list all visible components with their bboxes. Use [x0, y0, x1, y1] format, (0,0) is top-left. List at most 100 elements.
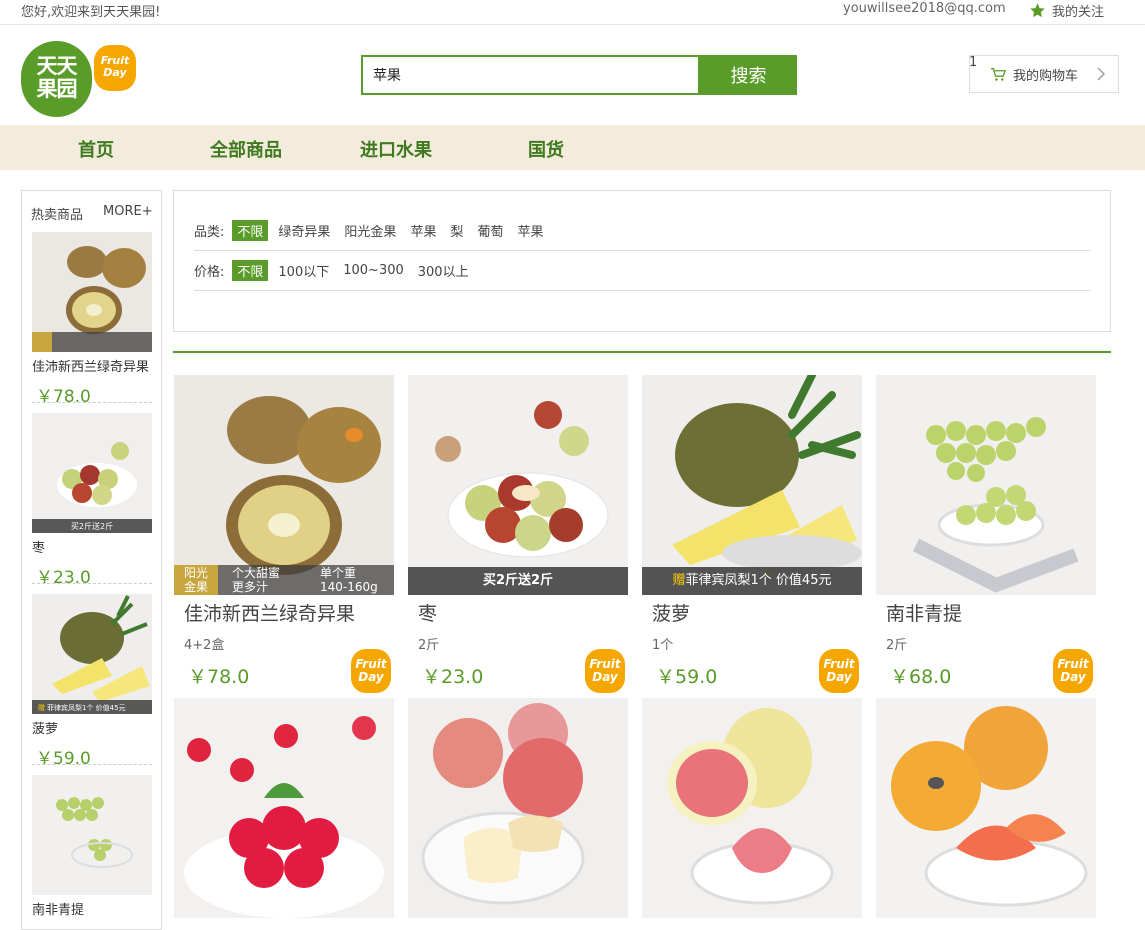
nav-imported-fruit[interactable]: 进口水果	[360, 136, 432, 162]
nav-home[interactable]: 首页	[78, 136, 114, 162]
sidebar-separator	[32, 402, 152, 403]
sidebar-gift-tag: 赠	[38, 703, 45, 712]
price-label: 价格:	[194, 265, 225, 280]
kiwi-image	[174, 375, 394, 595]
favorites-label: 我的关注	[1052, 5, 1105, 20]
apple-image	[408, 698, 628, 918]
jujube-image: 买2斤送2斤	[32, 413, 152, 533]
category-label: 品类:	[194, 225, 225, 240]
price-option[interactable]: 300以上	[418, 261, 469, 280]
filter-divider	[194, 250, 1091, 251]
product-promo-ribbon: 赠菲律宾凤梨1个 价值45元	[642, 567, 862, 595]
category-option[interactable]: 梨	[450, 221, 463, 240]
sidebar-item-price: ￥78.0	[36, 387, 91, 407]
sidebar-item-jujube[interactable]: 买2斤送2斤 枣 ￥23.0	[32, 413, 152, 588]
product-feature-2: 单个重 140-160g	[320, 566, 378, 594]
product-image: 赠菲律宾凤梨1个 价值45元	[642, 375, 862, 595]
gift-tag: 赠	[672, 573, 686, 588]
pomelo-image	[642, 698, 862, 918]
product-tag: 阳光 金果	[174, 565, 218, 595]
fruit-day-badge: Fruit Day	[819, 649, 859, 693]
jujube-image	[408, 375, 628, 595]
badge-day-text: Day	[1060, 670, 1086, 684]
product-feature-2-line1: 单个重	[320, 566, 357, 580]
product-card-raspberry[interactable]	[174, 698, 394, 922]
filter-panel: 品类: 不限 绿奇异果 阳光金果 苹果 梨 葡萄 苹果 价格: 不限 100以下…	[173, 190, 1111, 332]
category-option[interactable]: 苹果	[410, 221, 436, 240]
logo-text-line2: 果园	[36, 77, 78, 101]
product-card-kiwi[interactable]: 阳光 金果 个大甜蜜 更多汁 单个重 140-160g 佳沛新西兰绿奇异果 4+…	[174, 375, 394, 693]
kiwi-image	[32, 232, 152, 352]
product-card-pomelo[interactable]	[642, 698, 862, 922]
star-icon	[1030, 3, 1045, 18]
sidebar-item-name: 南非青提	[32, 903, 85, 918]
top-bar: 您好,欢迎来到天天果园! youwillsee2018@qq.com 我的关注	[0, 0, 1145, 25]
search-input[interactable]	[361, 55, 700, 95]
product-image: 阳光 金果 个大甜蜜 更多汁 单个重 140-160g	[174, 375, 394, 595]
product-image	[876, 375, 1096, 595]
product-card-grapefruit[interactable]	[876, 698, 1096, 922]
category-option[interactable]: 葡萄	[477, 221, 503, 240]
search-button[interactable]: 搜索	[700, 55, 797, 95]
category-option-all[interactable]: 不限	[232, 220, 269, 241]
site-logo[interactable]: 天天 果园 Fruit Day	[21, 41, 136, 117]
product-card-jujube[interactable]: 买2斤送2斤 枣 2斤 ￥23.0 Fruit Day	[408, 375, 628, 693]
logo-day-text: Day	[103, 66, 127, 79]
product-card-grapes[interactable]: 南非青提 2斤 ￥68.0 Fruit Day	[876, 375, 1096, 693]
product-feature-1: 个大甜蜜 更多汁	[232, 566, 280, 594]
sidebar-ribbon-text: 菲律宾凤梨1个 价值45元	[47, 703, 126, 712]
product-card-apple[interactable]	[408, 698, 628, 922]
product-name[interactable]: 南非青提	[886, 599, 1096, 626]
product-price: ￥23.0	[422, 666, 484, 688]
fruit-day-logo: Fruit Day	[94, 45, 136, 91]
fruit-day-badge: Fruit Day	[351, 649, 391, 693]
user-email-link[interactable]: youwillsee2018@qq.com	[843, 1, 1006, 16]
sidebar-item-grapes[interactable]: 南非青提	[32, 775, 152, 921]
sidebar-separator	[32, 583, 152, 584]
price-option-all[interactable]: 不限	[232, 260, 269, 281]
category-option[interactable]: 绿奇异果	[278, 221, 330, 240]
pineapple-image: 赠 菲律宾凤梨1个 价值45元	[32, 594, 152, 714]
product-name[interactable]: 菠萝	[652, 599, 862, 626]
product-image: 买2斤送2斤	[408, 375, 628, 595]
product-name[interactable]: 枣	[418, 599, 628, 626]
nav-domestic[interactable]: 国货	[528, 136, 564, 162]
category-option[interactable]: 阳光金果	[344, 221, 396, 240]
product-price: ￥78.0	[188, 666, 250, 688]
product-name[interactable]: 佳沛新西兰绿奇异果	[184, 599, 394, 626]
pineapple-image	[642, 375, 862, 595]
raspberry-image	[174, 698, 394, 918]
search-bar: 搜索	[361, 55, 797, 95]
product-price: ￥68.0	[890, 666, 952, 688]
product-tag-line1: 阳光	[183, 566, 208, 580]
price-option[interactable]: 100以下	[278, 261, 329, 280]
category-option[interactable]: 苹果	[517, 221, 543, 240]
product-card-pineapple[interactable]: 赠菲律宾凤梨1个 价值45元 菠萝 1个 ￥59.0 Fruit Day	[642, 375, 862, 693]
sidebar-item-name: 佳沛新西兰绿奇异果	[32, 360, 150, 375]
logo-text-line1: 天天	[36, 54, 78, 78]
product-feature-2-line2: 140-160g	[320, 580, 378, 594]
sidebar-item-price: ￥23.0	[36, 568, 91, 588]
badge-day-text: Day	[592, 670, 618, 684]
sidebar-item-kiwi[interactable]: 佳沛新西兰绿奇异果 ￥78.0	[32, 232, 152, 407]
badge-day-text: Day	[826, 670, 852, 684]
sidebar-item-name: 枣	[32, 541, 46, 556]
filter-divider	[194, 290, 1091, 291]
product-feature-strip: 阳光 金果 个大甜蜜 更多汁 单个重 140-160g	[174, 565, 394, 595]
product-feature-1-line1: 个大甜蜜	[232, 566, 281, 580]
favorites-link[interactable]: 我的关注	[1029, 1, 1104, 20]
category-filter-row: 品类: 不限 绿奇异果 阳光金果 苹果 梨 葡萄 苹果	[194, 220, 558, 241]
sidebar-title: 热卖商品	[31, 208, 84, 223]
welcome-text: 您好,欢迎来到天天果园!	[21, 5, 161, 20]
sidebar-item-pineapple[interactable]: 赠 菲律宾凤梨1个 价值45元 菠萝 ￥59.0	[32, 594, 152, 769]
fruit-day-badge: Fruit Day	[585, 649, 625, 693]
product-feature-1-line2: 更多汁	[232, 580, 269, 594]
badge-day-text: Day	[358, 670, 384, 684]
nav-all-products[interactable]: 全部商品	[210, 136, 282, 162]
price-filter-row: 价格: 不限 100以下 100~300 300以上	[194, 260, 483, 281]
hot-products-sidebar: 热卖商品 MORE+ 佳沛新西兰绿奇异果 ￥78.0 买2斤送2斤 枣 ￥23.…	[21, 190, 162, 930]
sidebar-more-link[interactable]: MORE+	[103, 204, 153, 219]
price-option[interactable]: 100~300	[343, 263, 404, 278]
grapefruit-image	[876, 698, 1096, 918]
sidebar-separator	[32, 764, 152, 765]
